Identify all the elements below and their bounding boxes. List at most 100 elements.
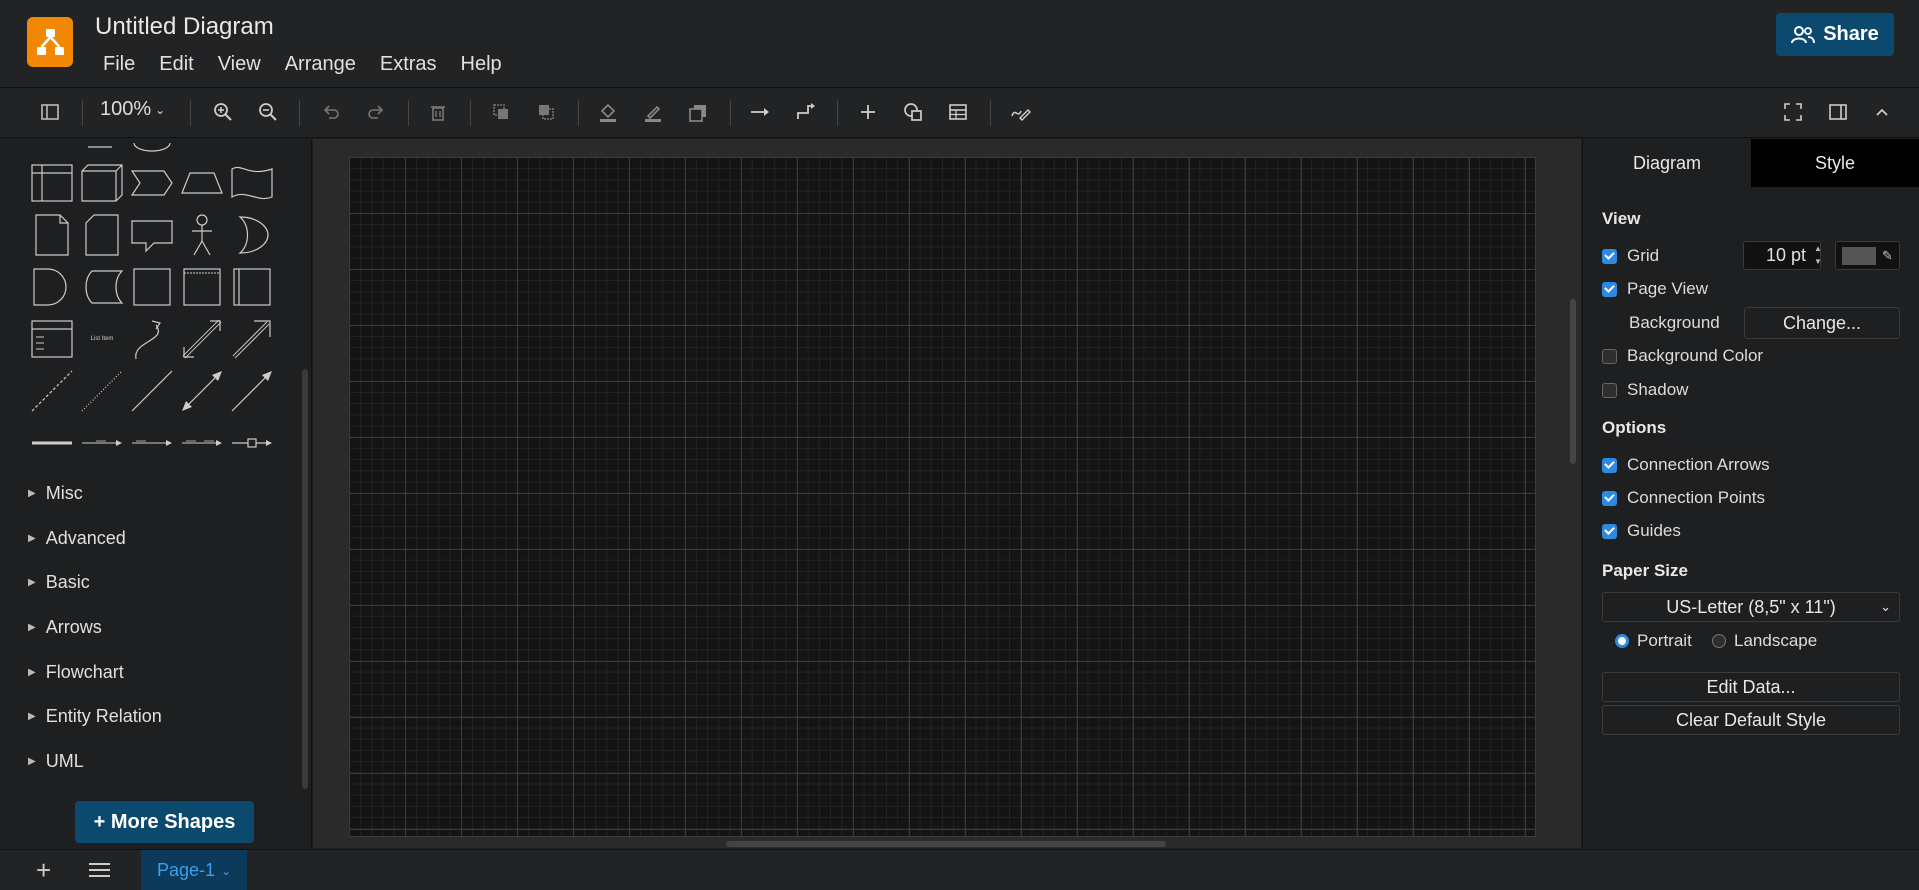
background-color-checkbox[interactable] [1602,348,1617,364]
menu-arrange[interactable]: Arrange [277,53,364,76]
grid-checkbox[interactable] [1602,248,1617,264]
delay-shape[interactable] [28,263,76,311]
connection-points-option[interactable]: Connection Points [1602,488,1765,508]
vertical-scrollbar[interactable] [1570,299,1576,464]
more-shapes-button[interactable]: + More Shapes [75,801,254,843]
page-tab[interactable]: Page-1 ⌄ [141,850,247,890]
cube-shape[interactable] [78,159,126,207]
palette-advanced[interactable]: ▶ Advanced [28,528,126,549]
grid-option[interactable]: Grid [1602,246,1659,266]
grid-color-picker[interactable]: ✎ [1835,241,1900,270]
menu-edit[interactable]: Edit [151,53,201,76]
palette-uml[interactable]: ▶ UML [28,751,84,772]
menu-file[interactable]: File [95,53,143,76]
connection-arrows-option[interactable]: Connection Arrows [1602,455,1770,475]
menu-extras[interactable]: Extras [372,53,445,76]
data-storage-shape[interactable] [78,263,126,311]
menu-view[interactable]: View [210,53,269,76]
waypoints-icon[interactable] [789,96,821,128]
chevron-down-icon[interactable]: ⌄ [221,864,231,878]
page-view-option[interactable]: Page View [1602,279,1708,299]
directional-connector-shape[interactable] [228,367,276,415]
step-shape[interactable] [128,159,176,207]
background-color-option[interactable]: Background Color [1602,346,1763,366]
palette-basic[interactable]: ▶ Basic [28,572,90,593]
curve-shape[interactable] [128,315,176,363]
connection-icon[interactable] [744,96,776,128]
clear-default-style-button[interactable]: Clear Default Style [1602,705,1900,735]
internal-storage-shape[interactable] [178,263,226,311]
undo-icon[interactable] [315,96,347,128]
palette-flowchart[interactable]: ▶ Flowchart [28,662,124,683]
process-shape[interactable] [228,263,276,311]
canvas-area[interactable] [313,139,1581,848]
zoom-out-icon[interactable] [252,96,284,128]
tape-shape[interactable] [228,159,276,207]
freehand-icon[interactable] [1004,96,1036,128]
table-shape[interactable] [28,159,76,207]
portrait-option[interactable]: Portrait [1615,631,1692,651]
delete-icon[interactable] [422,96,454,128]
note-shape[interactable] [28,211,76,259]
fill-color-icon[interactable] [592,96,624,128]
thick-link-shape[interactable] [28,419,76,467]
bidirectional-arrow-shape[interactable] [178,315,226,363]
tab-style[interactable]: Style [1751,139,1919,187]
page-view-checkbox[interactable] [1602,281,1617,297]
sidebar-toggle-icon[interactable] [34,96,66,128]
or-shape[interactable] [228,211,276,259]
zoom-dropdown[interactable]: 100% ⌄ [100,98,165,121]
shadow-option[interactable]: Shadow [1602,380,1688,400]
labeled-connector-2-shape[interactable] [128,419,176,467]
labeled-connector-shape[interactable] [78,419,126,467]
palette-arrows[interactable]: ▶ Arrows [28,617,102,638]
square-shape[interactable] [128,263,176,311]
list-shape[interactable] [28,315,76,363]
shadow-icon[interactable] [682,96,714,128]
line-color-icon[interactable] [637,96,669,128]
bidirectional-connector-shape[interactable] [178,367,226,415]
pages-menu-icon[interactable] [89,863,110,877]
share-button[interactable]: Share [1776,13,1894,56]
format-panel-icon[interactable] [1822,96,1854,128]
list-item-shape[interactable]: List Item [78,315,126,363]
connector-with-symbol-shape[interactable] [228,419,276,467]
palette-entity-relation[interactable]: ▶ Entity Relation [28,706,162,727]
grid-size-input[interactable]: 10 pt [1743,241,1821,270]
dotted-line-shape[interactable] [78,367,126,415]
guides-checkbox[interactable] [1602,523,1617,539]
actor-shape[interactable] [178,211,226,259]
diagram-page[interactable] [349,157,1536,837]
menu-help[interactable]: Help [453,53,510,76]
connection-arrows-checkbox[interactable] [1602,457,1617,473]
arrow-shape[interactable] [228,315,276,363]
card-shape[interactable] [78,211,126,259]
add-page-icon[interactable]: + [36,856,51,884]
tab-diagram[interactable]: Diagram [1583,139,1751,187]
zoom-in-icon[interactable] [207,96,239,128]
trapezoid-shape[interactable] [178,159,226,207]
horizontal-scrollbar[interactable] [726,841,1166,847]
shapes-icon[interactable] [897,96,929,128]
to-back-icon[interactable] [530,96,562,128]
landscape-radio[interactable] [1712,634,1726,648]
portrait-radio[interactable] [1615,634,1629,648]
table-icon[interactable] [942,96,974,128]
shadow-checkbox[interactable] [1602,382,1617,398]
edit-data-button[interactable]: Edit Data... [1602,672,1900,702]
change-background-button[interactable]: Change... [1744,307,1900,339]
labeled-connector-3-shape[interactable] [178,419,226,467]
dashed-line-shape[interactable] [28,367,76,415]
guides-option[interactable]: Guides [1602,521,1681,541]
callout-shape[interactable] [128,211,176,259]
grid-size-stepper[interactable]: ▲ ▼ [1814,242,1822,268]
to-front-icon[interactable] [485,96,517,128]
connection-points-checkbox[interactable] [1602,490,1617,506]
landscape-option[interactable]: Landscape [1712,631,1817,651]
app-logo-icon[interactable] [27,17,73,67]
paper-size-select[interactable]: US-Letter (8,5" x 11") ⌄ [1602,592,1900,622]
line-shape[interactable] [128,367,176,415]
insert-icon[interactable] [852,96,884,128]
palette-misc[interactable]: ▶ Misc [28,483,83,504]
collapse-icon[interactable] [1866,96,1898,128]
